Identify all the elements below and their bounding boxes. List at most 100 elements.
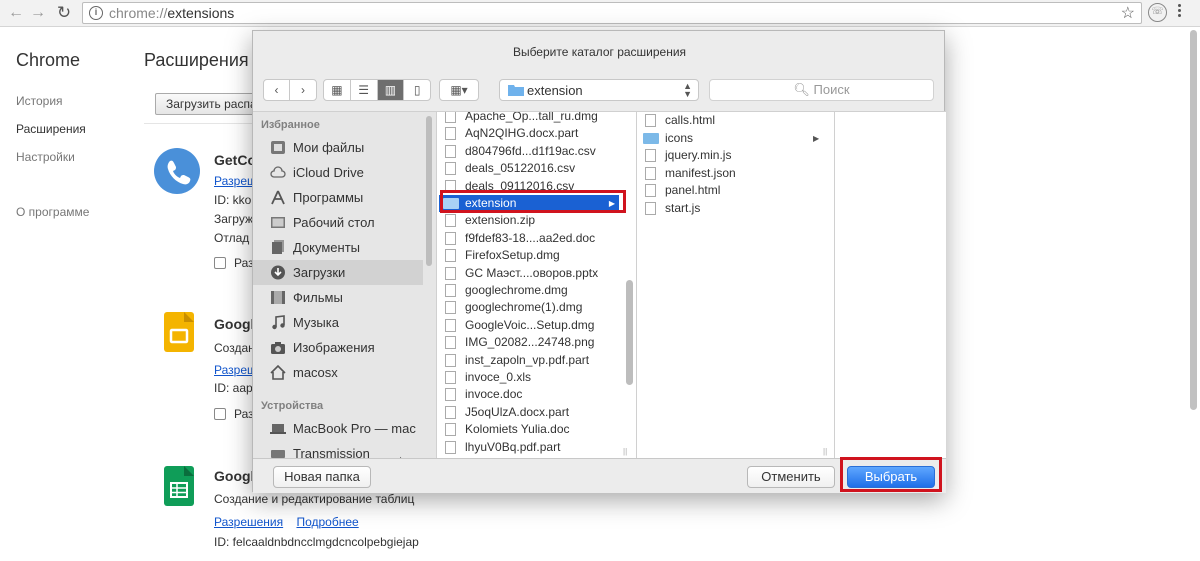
reload-icon[interactable]: ↻ xyxy=(54,3,74,23)
file-row[interactable]: extension.zip xyxy=(445,212,535,229)
bookmark-star-icon[interactable]: ☆ xyxy=(1121,3,1135,23)
chrome-brand: Chrome xyxy=(16,50,81,70)
details-link[interactable]: Подробнее xyxy=(296,515,358,529)
sidebar-item-music[interactable]: Музыка xyxy=(253,310,423,335)
sidebar-item-all-files[interactable]: Мои файлы xyxy=(253,135,423,160)
search-field[interactable]: 🔍︎ Поиск xyxy=(709,79,934,101)
sidebar-item-documents[interactable]: Документы xyxy=(253,235,423,260)
file-row[interactable]: Apache_Op...tall_ru.dmg xyxy=(445,112,598,125)
sidebar-item-history[interactable]: История xyxy=(16,94,63,108)
file-name: lhyuV0Bq.pdf.part xyxy=(465,439,561,454)
document-icon xyxy=(445,214,456,228)
menu-dots-icon[interactable] xyxy=(1178,4,1182,19)
file-row[interactable]: IMG_02082...24748.png xyxy=(445,334,594,351)
back-arrow-icon[interactable]: ← xyxy=(6,3,26,23)
back-chevron-icon[interactable]: ‹ xyxy=(264,80,290,100)
file-row[interactable]: FirefoxSetup.dmg xyxy=(445,247,560,264)
column-resize-handle[interactable]: || xyxy=(823,447,827,456)
sidebar-item-home[interactable]: macosx xyxy=(253,360,423,385)
file-row[interactable]: manifest.json xyxy=(645,165,736,182)
allow-checkbox[interactable] xyxy=(214,257,226,269)
forward-arrow-icon[interactable]: → xyxy=(28,3,48,23)
file-row[interactable]: d804796fd...d1f19ac.csv xyxy=(445,143,596,160)
devices-header: Устройства xyxy=(261,400,324,412)
allow-checkbox[interactable] xyxy=(214,408,226,420)
sidebar-item-about[interactable]: О программе xyxy=(16,205,89,219)
file-name: invoce_0.xls xyxy=(465,370,532,384)
icon-view-icon[interactable]: ▦ xyxy=(324,80,351,100)
column-scrollbar[interactable] xyxy=(626,280,633,385)
folder-row[interactable]: icons xyxy=(643,130,693,147)
sidebar-item-macbook[interactable]: MacBook Pro — mac xyxy=(253,416,423,441)
load-unpacked-button[interactable]: Загрузить распа xyxy=(155,93,255,115)
address-bar[interactable]: i chrome://extensions ☆ xyxy=(82,2,1142,24)
sidebar-item-desktop[interactable]: Рабочий стол xyxy=(253,210,423,235)
list-view-icon[interactable]: ☰ xyxy=(351,80,378,100)
eject-icon[interactable]: ▲ xyxy=(396,447,405,458)
sidebar-item-downloads[interactable]: Загрузки xyxy=(253,260,423,285)
coverflow-view-icon[interactable]: ▯ xyxy=(404,80,430,100)
slides-icon xyxy=(164,312,194,352)
extension-description: Создан xyxy=(214,341,255,355)
file-row[interactable]: f9fdef83-18....aa2ed.doc xyxy=(445,230,595,247)
divider xyxy=(144,123,254,124)
file-row[interactable]: jquery.min.js xyxy=(645,147,731,164)
file-name: FirefoxSetup.dmg xyxy=(465,248,560,263)
sidebar-item-pictures[interactable]: Изображения xyxy=(253,335,423,360)
file-row[interactable]: start.js xyxy=(645,200,700,217)
page-scrollbar[interactable] xyxy=(1190,30,1197,410)
extension-icon[interactable]: ☏ xyxy=(1148,3,1167,22)
file-row[interactable]: panel.html xyxy=(645,182,720,199)
phone-icon xyxy=(154,148,200,194)
sidebar-item-settings[interactable]: Настройки xyxy=(16,150,75,164)
file-name: invoce.doc xyxy=(465,387,523,402)
sidebar-item-movies[interactable]: Фильмы xyxy=(253,285,423,310)
file-row[interactable]: invoce_0.xls xyxy=(445,369,531,386)
document-icon xyxy=(445,162,456,176)
column-resize-handle[interactable]: || xyxy=(623,447,627,456)
file-row[interactable]: googlechrome.dmg xyxy=(445,282,568,299)
permissions-link[interactable]: Разрешения xyxy=(214,515,283,529)
document-icon xyxy=(445,144,456,158)
file-row[interactable]: AqN2QIHG.docx.part xyxy=(445,125,578,142)
file-row[interactable]: invoce.doc xyxy=(445,386,522,403)
info-icon[interactable]: i xyxy=(89,6,103,20)
document-icon xyxy=(645,149,656,163)
file-name: start.js xyxy=(665,201,701,215)
sidebar-item-transmission[interactable]: Transmission ▲ xyxy=(253,441,423,458)
all-files-icon xyxy=(271,141,285,154)
arrange-menu[interactable]: ▦▾ xyxy=(439,79,479,101)
document-icon xyxy=(445,318,456,332)
document-icon xyxy=(445,127,456,141)
file-name: d804796fd...d1f19ac.csv xyxy=(465,143,596,158)
sidebar-scrollbar[interactable] xyxy=(426,116,432,266)
column-view-icon[interactable]: ▥ xyxy=(377,80,405,100)
extension-name: GetCo xyxy=(214,152,256,168)
arrange-icon[interactable]: ▦▾ xyxy=(440,80,478,100)
document-icon xyxy=(645,184,656,198)
document-icon xyxy=(645,114,656,127)
new-folder-button[interactable]: Новая папка xyxy=(273,466,371,488)
forward-chevron-icon[interactable]: › xyxy=(290,80,316,100)
file-row[interactable]: GoogleVoic...Setup.dmg xyxy=(445,317,594,334)
cancel-button[interactable]: Отменить xyxy=(747,466,835,488)
file-name: AqN2QIHG.docx.part xyxy=(465,126,579,141)
path-popup[interactable]: extension ▲ ▼ xyxy=(499,79,699,101)
file-name: manifest.json xyxy=(665,165,736,180)
file-row[interactable]: googlechrome(1).dmg xyxy=(445,299,582,316)
desktop-icon xyxy=(271,217,285,228)
sidebar-item-applications[interactable]: Программы xyxy=(253,185,423,210)
file-row[interactable]: J5oqUlzA.docx.part xyxy=(445,404,569,421)
file-row[interactable]: deals_05122016.csv xyxy=(445,160,575,177)
file-row[interactable]: Kolomiets Yulia.doc xyxy=(445,421,570,438)
url-text[interactable]: chrome://extensions xyxy=(109,5,234,21)
sidebar-item-extensions[interactable]: Расширения xyxy=(16,122,86,136)
history-nav: ‹ › xyxy=(263,79,317,101)
file-row[interactable]: inst_zapoln_vp.pdf.part xyxy=(445,352,589,369)
document-icon xyxy=(445,353,456,367)
file-row[interactable]: calls.html xyxy=(645,112,715,129)
current-folder-name: extension xyxy=(527,83,583,98)
sidebar-item-icloud[interactable]: iCloud Drive xyxy=(253,160,423,185)
file-row[interactable]: GC Маэст....оворов.pptx xyxy=(445,265,598,282)
file-row[interactable]: lhyuV0Bq.pdf.part xyxy=(445,439,560,456)
